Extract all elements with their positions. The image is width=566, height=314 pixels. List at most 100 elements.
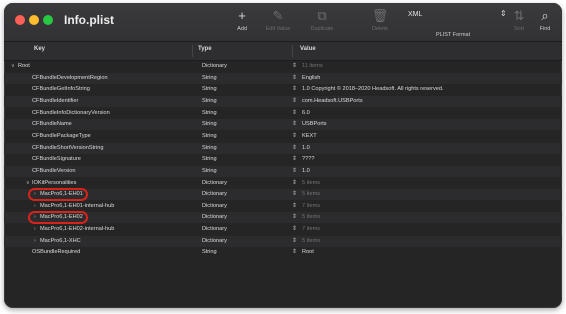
value-cell[interactable]: English <box>302 74 320 83</box>
type-stepper-icon[interactable]: ⇕ <box>292 97 297 106</box>
value-cell[interactable]: 5 items <box>302 237 320 246</box>
type-cell[interactable]: String <box>202 120 217 129</box>
type-cell[interactable]: Dictionary <box>202 225 227 234</box>
table-row[interactable]: CFBundleDevelopmentRegion String ⇕ English <box>4 72 562 84</box>
key-cfbundledevelopmentregion[interactable]: CFBundleDevelopmentRegion <box>32 74 108 83</box>
table-row[interactable]: › MacPro6,1-XHC Dictionary ⇕ 5 items <box>4 235 562 247</box>
table-row[interactable]: ∨ IOKitPersonalities Dictionary ⇕ 5 items <box>4 178 562 189</box>
type-cell[interactable]: Dictionary <box>202 190 227 199</box>
type-cell[interactable]: String <box>202 155 217 164</box>
minimize-button[interactable] <box>29 15 39 25</box>
disclosure-collapsed-icon[interactable]: › <box>34 237 36 246</box>
type-stepper-icon[interactable]: ⇕ <box>292 144 297 153</box>
key-cfbundlename[interactable]: CFBundleName <box>32 120 72 129</box>
duplicate-icon: ⧉ <box>317 8 327 23</box>
disclosure-collapsed-icon[interactable]: › <box>34 202 36 211</box>
table-row[interactable]: CFBundleGetInfoString String ⇕ 1.0 Copyrigh… <box>4 84 562 95</box>
type-cell[interactable]: String <box>202 144 217 153</box>
type-stepper-icon[interactable]: ⇕ <box>292 179 297 188</box>
value-cell[interactable]: 11 items <box>302 62 323 71</box>
key-cfbundleversion[interactable]: CFBundleVersion <box>32 167 76 176</box>
key-iokitpersonalities[interactable]: IOKitPersonalities <box>32 179 76 188</box>
type-cell[interactable]: String <box>202 167 217 176</box>
value-cell[interactable]: 5 items <box>302 190 320 199</box>
value-cell[interactable]: 7 items <box>302 202 320 211</box>
zoom-button[interactable] <box>43 15 53 25</box>
key-macpro6-1-eh01-internal-hub[interactable]: MacPro6,1-EH01-internal-hub <box>40 202 114 211</box>
type-stepper-icon[interactable]: ⇕ <box>292 120 297 129</box>
type-stepper-icon[interactable]: ⇕ <box>292 213 297 222</box>
highlight-oval <box>28 188 88 202</box>
table-row[interactable]: ∨ Root Dictionary ⇕ 11 items <box>4 61 562 72</box>
disclosure-collapsed-icon[interactable]: › <box>34 225 36 234</box>
key-cfbundleidentifier[interactable]: CFBundleIdentifier <box>32 97 78 106</box>
key-cfbundleshortversionstring[interactable]: CFBundleShortVersionString <box>32 144 104 153</box>
value-cell[interactable]: ???? <box>302 155 314 164</box>
find-button[interactable]: ⌕ Find <box>530 8 560 32</box>
edit-value-button[interactable]: ✎ Edit Value <box>256 8 300 32</box>
key-cfbundlesignature[interactable]: CFBundleSignature <box>32 155 81 164</box>
type-cell[interactable]: String <box>202 97 217 106</box>
close-button[interactable] <box>15 15 25 25</box>
key-cfbundlegetinfostring[interactable]: CFBundleGetInfoString <box>32 85 90 94</box>
column-header-key[interactable]: Key <box>34 46 45 52</box>
table-row[interactable]: CFBundleSignature String ⇕???? <box>4 154 562 165</box>
type-stepper-icon[interactable]: ⇕ <box>292 109 297 118</box>
type-cell[interactable]: Dictionary <box>202 237 227 246</box>
column-header-type[interactable]: Type <box>198 46 212 52</box>
type-stepper-icon[interactable]: ⇕ <box>292 167 297 176</box>
value-cell[interactable]: com.Headsoft.USBPorts <box>302 97 363 106</box>
table-row[interactable]: CFBundleInfoDictionaryVersion String ⇕ 6.0 <box>4 108 562 119</box>
table-row[interactable]: CFBundlePackageType String ⇕ KEXT <box>4 131 562 142</box>
table-row[interactable]: › MacPro6,1-EH01-internal-hub Dictionary ⇕ 7… <box>4 201 562 212</box>
type-stepper-icon[interactable]: ⇕ <box>292 132 297 141</box>
type-cell[interactable]: String <box>202 132 217 141</box>
table-row[interactable]: CFBundleShortVersionString String ⇕ 1.0 <box>4 142 562 154</box>
key-cfbundlepackagetype[interactable]: CFBundlePackageType <box>32 132 91 141</box>
key-cfbundleinfodictionaryversion[interactable]: CFBundleInfoDictionaryVersion <box>32 109 110 118</box>
type-stepper-icon[interactable]: ⇕ <box>292 155 297 164</box>
type-stepper-icon[interactable]: ⇕ <box>292 62 297 71</box>
type-cell[interactable]: Dictionary <box>202 213 227 222</box>
type-cell[interactable]: String <box>202 248 217 257</box>
value-cell[interactable]: 6.0 <box>302 109 310 118</box>
type-stepper-icon[interactable]: ⇕ <box>292 190 297 199</box>
table-row[interactable]: CFBundleIdentifier String ⇕ com.Headsoft.US… <box>4 95 562 107</box>
value-cell[interactable]: 5 items <box>302 213 320 222</box>
duplicate-button[interactable]: ⧉ Duplicate <box>300 8 344 32</box>
type-stepper-icon[interactable]: ⇕ <box>292 237 297 246</box>
type-cell[interactable]: String <box>202 74 217 83</box>
type-cell[interactable]: String <box>202 85 217 94</box>
type-cell[interactable]: Dictionary <box>202 62 227 71</box>
type-cell[interactable]: Dictionary <box>202 179 227 188</box>
value-cell[interactable]: 1.0 <box>302 167 310 176</box>
column-divider[interactable] <box>192 45 193 57</box>
key-macpro6-1-eh02-internal-hub[interactable]: MacPro6,1-EH02-internal-hub <box>40 225 114 234</box>
value-cell[interactable]: 7 items <box>302 225 320 234</box>
value-cell[interactable]: Root <box>302 248 314 257</box>
disclosure-expanded-icon[interactable]: ∨ <box>11 62 15 71</box>
table-row[interactable]: OSBundleRequired String ⇕ Root <box>4 247 562 258</box>
value-cell[interactable]: KEXT <box>302 132 317 141</box>
table-row[interactable]: CFBundleVersion String ⇕ 1.0 <box>4 165 562 177</box>
value-cell[interactable]: USBPorts <box>302 120 327 129</box>
table-row[interactable]: CFBundleName String ⇕ USBPorts <box>4 119 562 131</box>
type-cell[interactable]: String <box>202 109 217 118</box>
type-stepper-icon[interactable]: ⇕ <box>292 74 297 83</box>
type-stepper-icon[interactable]: ⇕ <box>292 248 297 257</box>
disclosure-expanded-icon[interactable]: ∨ <box>26 179 30 188</box>
value-cell[interactable]: 1.0 <box>302 144 310 153</box>
value-cell[interactable]: 5 items <box>302 179 320 188</box>
type-stepper-icon[interactable]: ⇕ <box>292 85 297 94</box>
column-divider[interactable] <box>292 45 293 57</box>
key-osbundlerequired[interactable]: OSBundleRequired <box>32 248 80 257</box>
value-cell[interactable]: 1.0 Copyright © 2018–2020 Headsoft. All … <box>302 85 444 94</box>
table-row[interactable]: › MacPro6,1-EH02-internal-hub Dictionary ⇕ 7… <box>4 224 562 235</box>
delete-button[interactable]: 🗑 Delete <box>358 8 402 32</box>
type-stepper-icon[interactable]: ⇕ <box>292 225 297 234</box>
column-header-value[interactable]: Value <box>300 46 316 52</box>
type-cell[interactable]: Dictionary <box>202 202 227 211</box>
type-stepper-icon[interactable]: ⇕ <box>292 202 297 211</box>
key-macpro6-1-xhc[interactable]: MacPro6,1-XHC <box>40 237 81 246</box>
key-root[interactable]: Root <box>18 62 30 71</box>
